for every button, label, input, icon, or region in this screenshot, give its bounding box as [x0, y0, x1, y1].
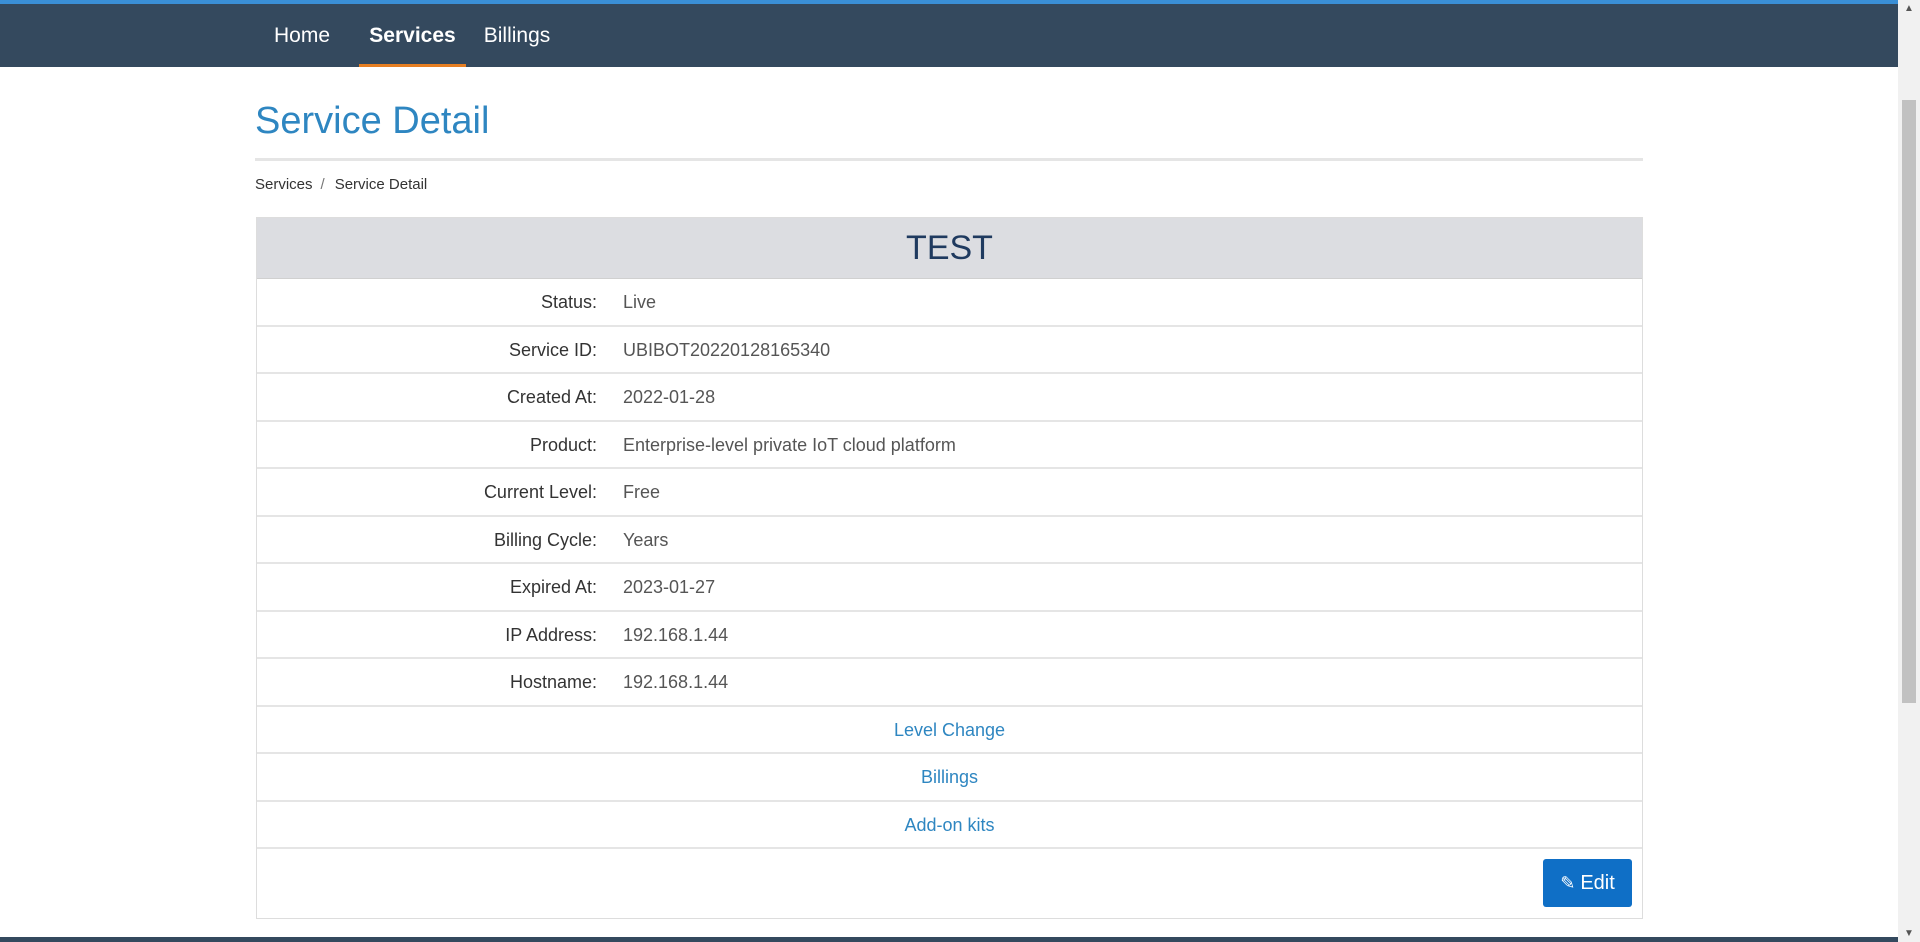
edit-button-label: Edit [1580, 872, 1615, 894]
link-row-level-change: Level Change [257, 707, 1642, 754]
created-at-label: Created At: [506, 387, 597, 407]
ip-address-label: IP Address: [505, 624, 597, 645]
pencil-icon: ✎ [1560, 873, 1576, 893]
breadcrumb: Services / Service Detail [255, 176, 427, 193]
hostname-label: Hostname: [509, 672, 597, 692]
page-title: Service Detail [255, 100, 490, 142]
breadcrumb-services[interactable]: Services [255, 176, 313, 193]
product-value: Enterprise-level private IoT cloud platf… [623, 434, 956, 455]
created-at-value: 2022-01-28 [623, 387, 716, 407]
scroll-up-arrow-icon[interactable]: ▲ [1898, 0, 1920, 17]
panel-footer: ✎ Edit [257, 849, 1642, 913]
addon-kits-link[interactable]: Add-on kits [904, 815, 994, 835]
nav-billings[interactable]: Billings [480, 4, 554, 67]
expired-at-value: 2023-01-27 [623, 577, 716, 597]
top-navbar: Home Services Billings [0, 4, 1898, 67]
level-change-link[interactable]: Level Change [894, 720, 1005, 740]
detail-row-product: Product: Enterprise-level private IoT cl… [257, 422, 1642, 469]
billings-link[interactable]: Billings [921, 767, 978, 787]
edit-button[interactable]: ✎ Edit [1543, 859, 1632, 907]
detail-row-created-at: Created At: 2022-01-28 [257, 374, 1642, 422]
billing-cycle-label: Billing Cycle: [493, 529, 597, 550]
detail-row-ip-address: IP Address: 192.168.1.44 [257, 612, 1642, 659]
service-name-heading: TEST [257, 218, 1642, 279]
detail-row-service-id: Service ID: UBIBOT20220128165340 [257, 327, 1642, 374]
current-level-value: Free [623, 482, 661, 502]
breadcrumb-current: Service Detail [334, 176, 428, 193]
scroll-down-arrow-icon[interactable]: ▼ [1898, 925, 1920, 942]
service-detail-panel: TEST Status: Live Service ID: UBIBOT2022… [256, 217, 1643, 919]
service-id-value: UBIBOT20220128165340 [623, 339, 831, 360]
product-label: Product: [529, 434, 597, 455]
ip-address-value: 192.168.1.44 [623, 624, 729, 645]
link-row-billings: Billings [257, 754, 1642, 802]
status-value: Live [623, 292, 657, 312]
nav-services[interactable]: Services [359, 4, 466, 67]
title-divider [255, 158, 1643, 161]
detail-row-current-level: Current Level: Free [257, 469, 1642, 517]
nav-home[interactable]: Home [270, 4, 334, 67]
detail-row-hostname: Hostname: 192.168.1.44 [257, 659, 1642, 707]
current-level-label: Current Level: [483, 482, 597, 502]
service-id-label: Service ID: [508, 339, 597, 360]
bottom-bar [0, 937, 1898, 942]
detail-row-billing-cycle: Billing Cycle: Years [257, 517, 1642, 564]
hostname-value: 192.168.1.44 [623, 672, 729, 692]
expired-at-label: Expired At: [509, 577, 597, 597]
vertical-scrollbar[interactable]: ▲ ▼ [1898, 0, 1920, 942]
detail-row-expired-at: Expired At: 2023-01-27 [257, 564, 1642, 612]
scrollbar-thumb[interactable] [1902, 100, 1916, 703]
link-row-addon-kits: Add-on kits [257, 802, 1642, 849]
detail-row-status: Status: Live [257, 279, 1642, 327]
breadcrumb-separator: / [320, 176, 325, 193]
billing-cycle-value: Years [623, 529, 669, 550]
status-label: Status: [540, 292, 597, 312]
